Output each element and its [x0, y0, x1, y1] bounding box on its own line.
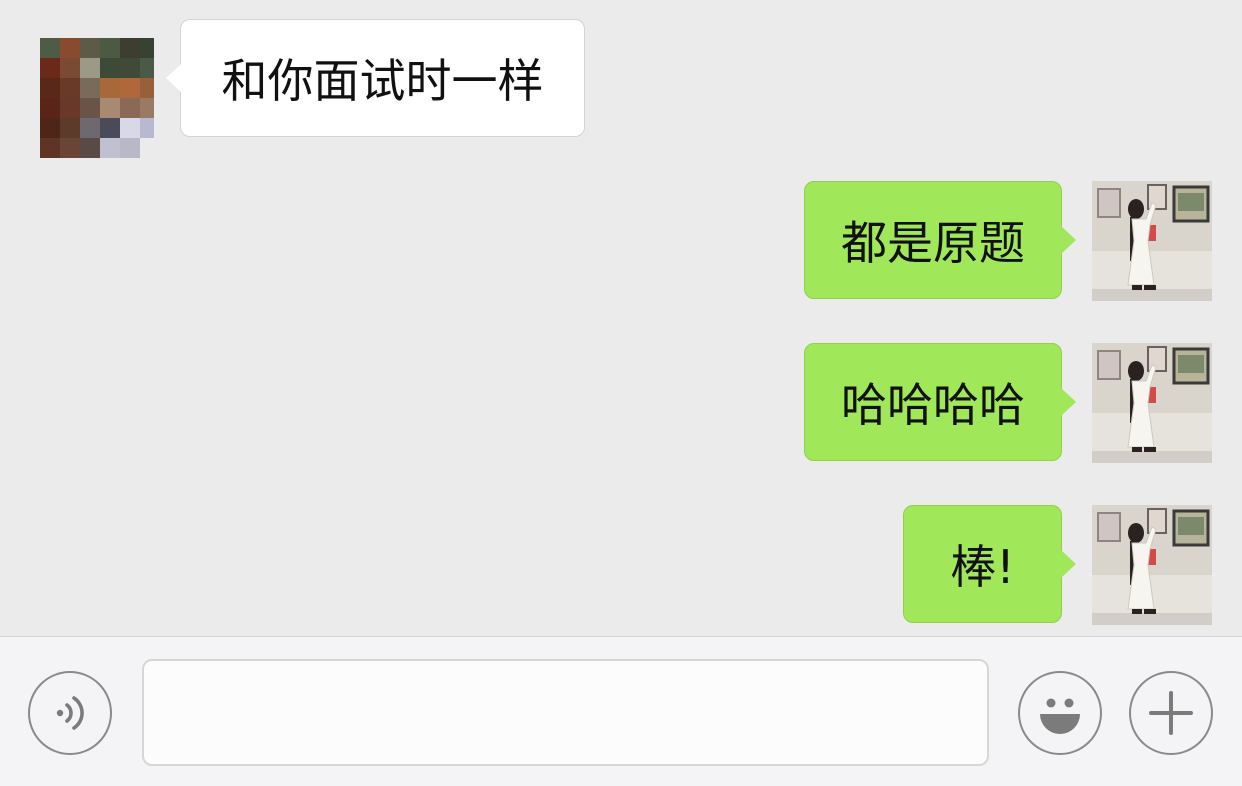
- bubble-tail: [1061, 226, 1076, 254]
- bubble-tail: [166, 64, 181, 92]
- bubble-tail: [1061, 550, 1076, 578]
- my-avatar[interactable]: [1092, 505, 1212, 625]
- voice-wave-icon: [56, 696, 84, 730]
- message-text: 哈哈哈哈: [841, 378, 1025, 432]
- outgoing-message-bubble[interactable]: 棒!: [903, 505, 1076, 623]
- message-text: 棒!: [950, 540, 1015, 594]
- my-avatar[interactable]: [1092, 343, 1212, 463]
- bubble-tail: [1061, 388, 1076, 416]
- message-input[interactable]: [142, 659, 989, 766]
- outgoing-message-bubble[interactable]: 哈哈哈哈: [804, 343, 1076, 461]
- input-toolbar: [0, 636, 1242, 786]
- message-text: 都是原题: [841, 216, 1025, 270]
- more-options-button[interactable]: [1129, 671, 1213, 755]
- incoming-message-bubble[interactable]: 和你面试时一样: [166, 19, 585, 137]
- contact-avatar[interactable]: [40, 38, 154, 158]
- plus-icon: [1149, 691, 1193, 735]
- message-text: 和你面试时一样: [221, 54, 544, 108]
- my-avatar[interactable]: [1092, 181, 1212, 301]
- outgoing-message-bubble[interactable]: 都是原题: [804, 181, 1076, 299]
- smiley-face-icon: [1040, 698, 1080, 734]
- voice-input-button[interactable]: [28, 671, 112, 755]
- chat-area[interactable]: 和你面试时一样 都是原题 哈哈哈哈 棒!: [0, 0, 1242, 636]
- emoji-button[interactable]: [1018, 671, 1102, 755]
